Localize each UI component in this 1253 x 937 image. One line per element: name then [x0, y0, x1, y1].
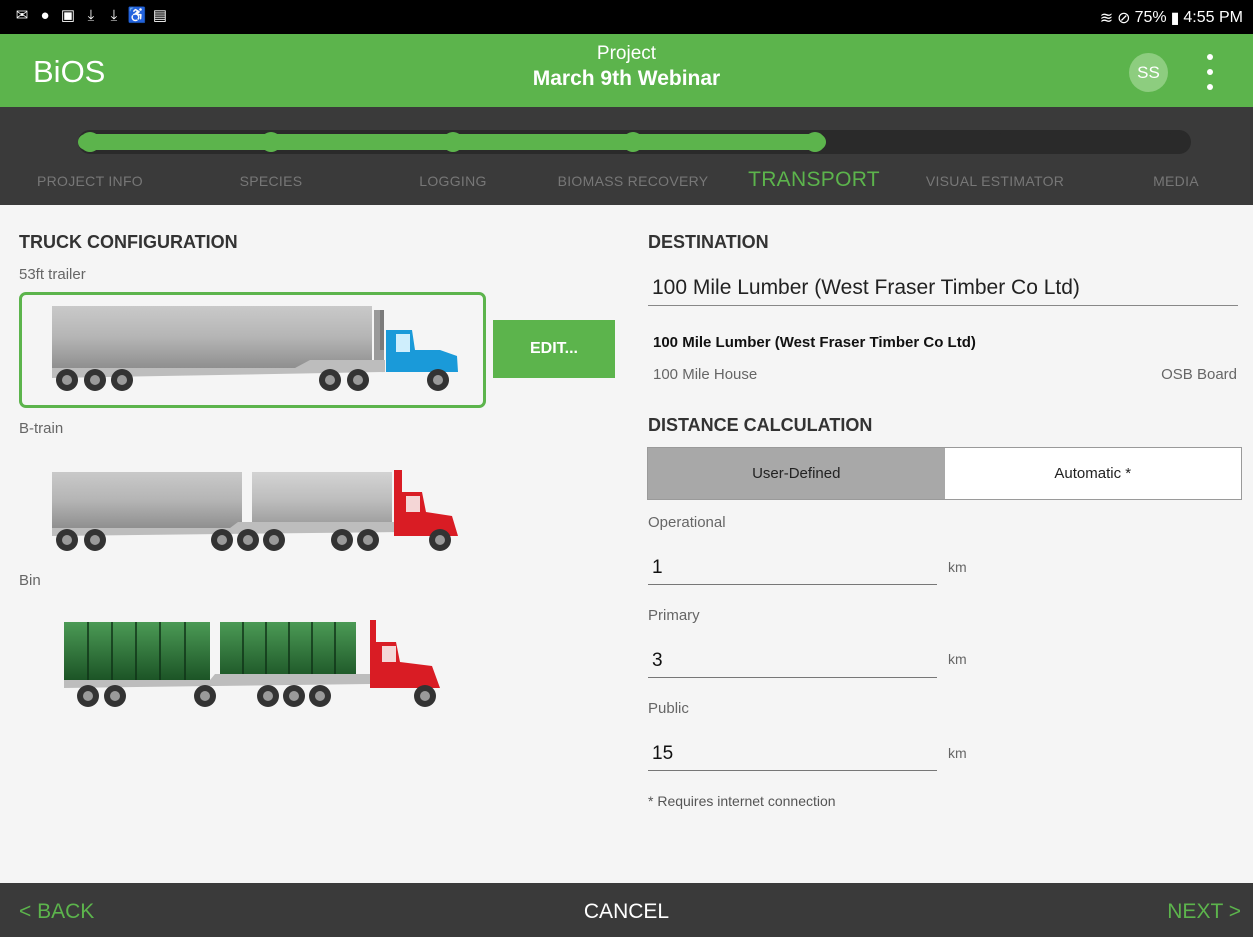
accessibility-icon: ♿ [127, 6, 147, 24]
step-logging[interactable]: LOGGING [419, 173, 486, 189]
truck-b-train-icon[interactable] [40, 458, 470, 558]
destination-location: 100 Mile House [653, 366, 758, 383]
tab-automatic[interactable]: Automatic * [944, 448, 1241, 499]
internet-note: * Requires internet connection [648, 793, 836, 809]
step-visual-estimator[interactable]: VISUAL ESTIMATOR [926, 173, 1064, 189]
clock: 4:55 PM [1183, 9, 1243, 26]
next-button[interactable]: NEXT > [1167, 900, 1241, 924]
cancel-button[interactable]: CANCEL [0, 900, 1253, 924]
app-bar: BiOS Project March 9th Webinar SS [0, 34, 1253, 107]
download-icon: ⤓ [110, 6, 118, 24]
notification-icons: ✉ ● ▣ ⤓ ⤓ ♿ ▤ [14, 7, 168, 23]
public-label: Public [648, 700, 689, 717]
project-label: Project [596, 43, 657, 64]
public-unit: km [948, 745, 967, 761]
bag-icon: ● [40, 6, 50, 24]
step-species[interactable]: SPECIES [240, 173, 303, 189]
primary-unit: km [948, 651, 967, 667]
bottom-nav-bar: < BACK CANCEL NEXT > [0, 883, 1253, 937]
step-node-transport[interactable] [805, 132, 825, 152]
step-biomass-recovery[interactable]: BIOMASS RECOVERY [558, 173, 709, 189]
step-transport[interactable]: TRANSPORT [748, 168, 880, 192]
operational-input[interactable]: 1 [648, 555, 937, 585]
system-indicators: ≋ ⊘ 75% ▮ 4:55 PM [1100, 8, 1243, 28]
destination-type: OSB Board [1161, 366, 1237, 383]
truck-53ft-trailer-icon[interactable] [40, 300, 470, 400]
step-node-species[interactable] [261, 132, 281, 152]
avatar[interactable]: SS [1129, 53, 1168, 92]
step-progress: PROJECT INFO SPECIES LOGGING BIOMASS REC… [0, 107, 1253, 205]
do-not-disturb-icon: ⊘ [1117, 10, 1131, 27]
mail-icon: ✉ [15, 6, 29, 24]
step-node-biomass-recovery[interactable] [623, 132, 643, 152]
primary-input[interactable]: 3 [648, 648, 937, 678]
truck-option-label: Bin [19, 572, 41, 589]
destination-field[interactable]: 100 Mile Lumber (West Fraser Timber Co L… [648, 276, 1238, 306]
edit-truck-button[interactable]: EDIT... [493, 320, 615, 378]
operational-label: Operational [648, 514, 726, 531]
truck-bin-icon[interactable] [40, 612, 470, 717]
wifi-icon: ≋ [1099, 10, 1114, 27]
tab-user-defined[interactable]: User-Defined [648, 448, 945, 499]
step-node-project-info[interactable] [80, 132, 100, 152]
step-node-logging[interactable] [443, 132, 463, 152]
more-options-icon[interactable] [1199, 54, 1221, 90]
operational-unit: km [948, 559, 967, 575]
destination-title: DESTINATION [648, 232, 769, 252]
distance-mode-toggle: User-Defined Automatic * [647, 447, 1242, 500]
step-node-media[interactable] [1166, 132, 1186, 152]
step-node-visual-estimator[interactable] [985, 132, 1005, 152]
truck-option-label: 53ft trailer [19, 266, 86, 283]
public-input[interactable]: 15 [648, 741, 937, 771]
status-bar: ✉ ● ▣ ⤓ ⤓ ♿ ▤ ≋ ⊘ 75% ▮ 4:55 PM [0, 0, 1253, 34]
image-icon: ▣ [60, 6, 76, 24]
primary-label: Primary [648, 607, 700, 624]
battery-icon: ▮ [1170, 10, 1180, 27]
truck-config-title: TRUCK CONFIGURATION [19, 232, 238, 252]
step-media[interactable]: MEDIA [1153, 173, 1199, 189]
project-name: March 9th Webinar [532, 67, 721, 90]
truck-option-label: B-train [19, 420, 64, 437]
file-icon: ▤ [152, 6, 168, 24]
battery-level: 75% [1134, 9, 1167, 26]
project-header: Project March 9th Webinar [0, 43, 1253, 91]
download-icon: ⤓ [87, 6, 95, 24]
step-project-info[interactable]: PROJECT INFO [37, 173, 143, 189]
destination-name: 100 Mile Lumber (West Fraser Timber Co L… [653, 334, 976, 351]
distance-calculation-title: DISTANCE CALCULATION [648, 415, 873, 435]
